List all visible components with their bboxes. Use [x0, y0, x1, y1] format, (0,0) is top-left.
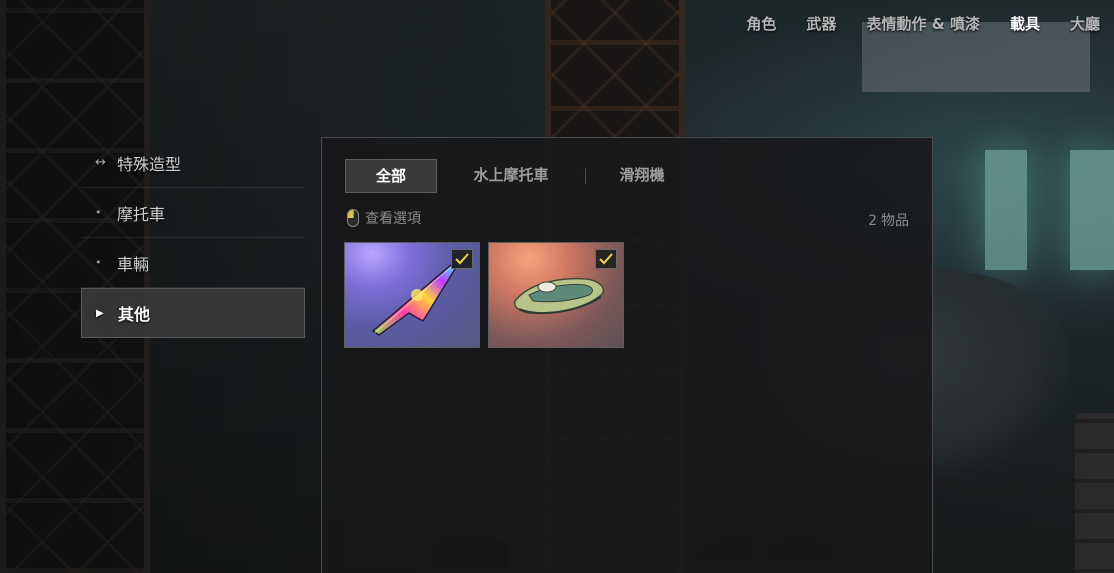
category-vehicles[interactable]: • 車輛 [81, 238, 305, 288]
nav-tab-character[interactable]: 角色 [731, 12, 791, 36]
nav-tab-weapons[interactable]: 武器 [791, 12, 851, 36]
item-grid [344, 242, 624, 348]
filter-tabs: 全部 水上摩托車 滑翔機 [345, 159, 698, 193]
category-label: 摩托車 [117, 204, 166, 224]
dot-icon: • [95, 206, 102, 219]
arrows-horizontal-icon: ↔ [95, 155, 106, 170]
equipped-check-icon [595, 249, 617, 269]
item-panel: 全部 水上摩托車 滑翔機 查看選項 2 物品 [321, 137, 933, 573]
nav-tab-lobby[interactable]: 大廳 [1055, 12, 1100, 36]
tab-glider[interactable]: 滑翔機 [586, 159, 698, 193]
triangle-right-icon: ▶ [96, 307, 104, 319]
category-label: 車輛 [117, 254, 150, 274]
category-motorcycles[interactable]: • 摩托車 [81, 188, 305, 238]
nav-tab-vehicles[interactable]: 載具 [995, 12, 1055, 36]
nav-tab-emotes-sprays[interactable]: 表情動作 & 噴漆 [851, 12, 995, 36]
dot-icon: • [95, 256, 102, 269]
category-label: 特殊造型 [117, 154, 182, 174]
equipped-check-icon [451, 249, 473, 269]
category-other[interactable]: ▶ 其他 [81, 288, 305, 338]
item-count-unit: 物品 [881, 213, 909, 229]
item-card-jetski[interactable] [488, 242, 624, 348]
view-options-label: 查看選項 [365, 211, 421, 227]
view-options-button[interactable]: 查看選項 [347, 208, 421, 228]
item-count: 2 物品 [864, 210, 909, 230]
item-count-number: 2 [868, 213, 877, 229]
item-card-glider[interactable] [344, 242, 480, 348]
tab-jetski[interactable]: 水上摩托車 [437, 159, 585, 193]
category-label: 其他 [118, 305, 151, 324]
category-special-skins[interactable]: ↔ 特殊造型 [81, 138, 305, 188]
tab-all[interactable]: 全部 [345, 159, 437, 193]
top-nav: 角色 武器 表情動作 & 噴漆 載具 大廳 [731, 12, 1100, 36]
mouse-icon [347, 209, 359, 227]
category-menu: ↔ 特殊造型 • 摩托車 • 車輛 ▶ 其他 [81, 138, 305, 338]
